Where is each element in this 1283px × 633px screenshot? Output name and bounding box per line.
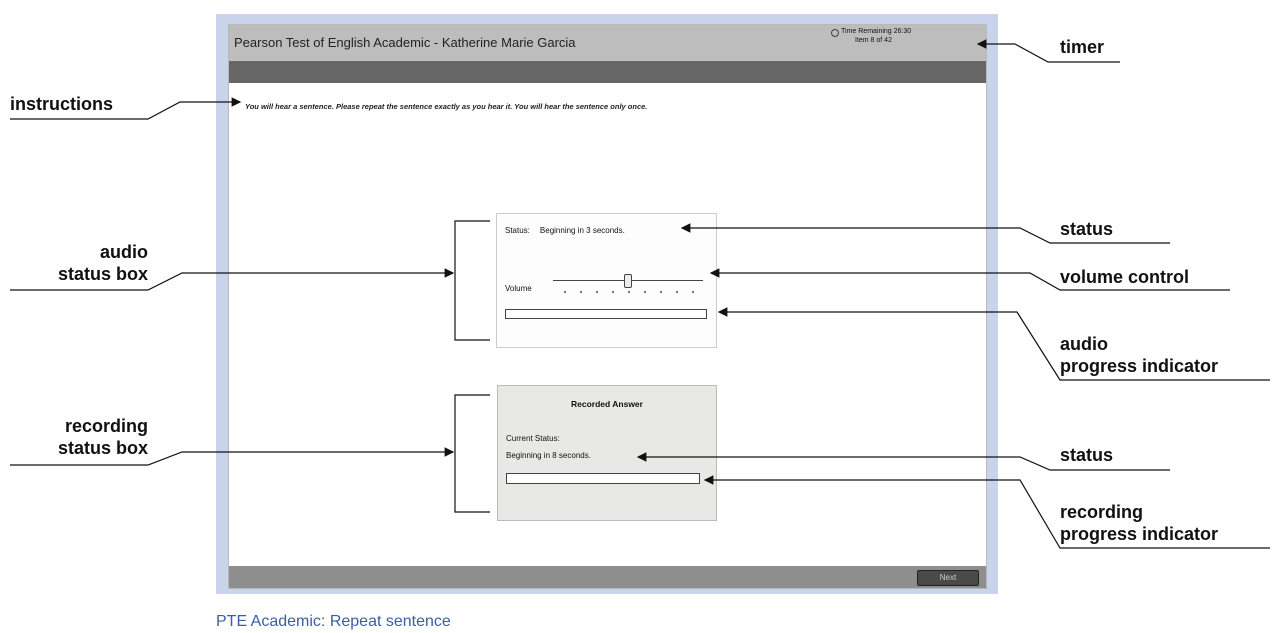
audio-box-bracket [454, 220, 490, 341]
recording-progress-annotation-line1: recording [1060, 502, 1144, 522]
audio-progress-annotation-line2: progress indicator [1060, 356, 1219, 376]
audio-status-box-annotation-line1: audio [100, 242, 148, 262]
audio-status-box-annotation-line2: status box [57, 264, 148, 284]
recording-progress-annotation: recording progress indicator [1060, 501, 1218, 545]
audio-status-box-annotation: audio status box [10, 241, 148, 285]
audio-progress-annotation-line1: audio [1060, 334, 1108, 354]
recording-status-annotation: status [1060, 445, 1114, 465]
audio-status-annotation: status [1060, 219, 1114, 239]
recording-box-bracket [454, 394, 490, 513]
instructions-annotation: instructions [10, 94, 114, 114]
timer-annotation: timer [1060, 37, 1105, 57]
audio-progress-annotation: audio progress indicator [1060, 333, 1218, 377]
volume-control-annotation: volume control [1060, 267, 1190, 287]
recording-status-box-annotation: recording status box [10, 415, 148, 459]
recording-progress-annotation-line2: progress indicator [1060, 524, 1219, 544]
recording-status-box-annotation-line2: status box [57, 438, 148, 458]
recording-status-box-annotation-line1: recording [64, 416, 148, 436]
